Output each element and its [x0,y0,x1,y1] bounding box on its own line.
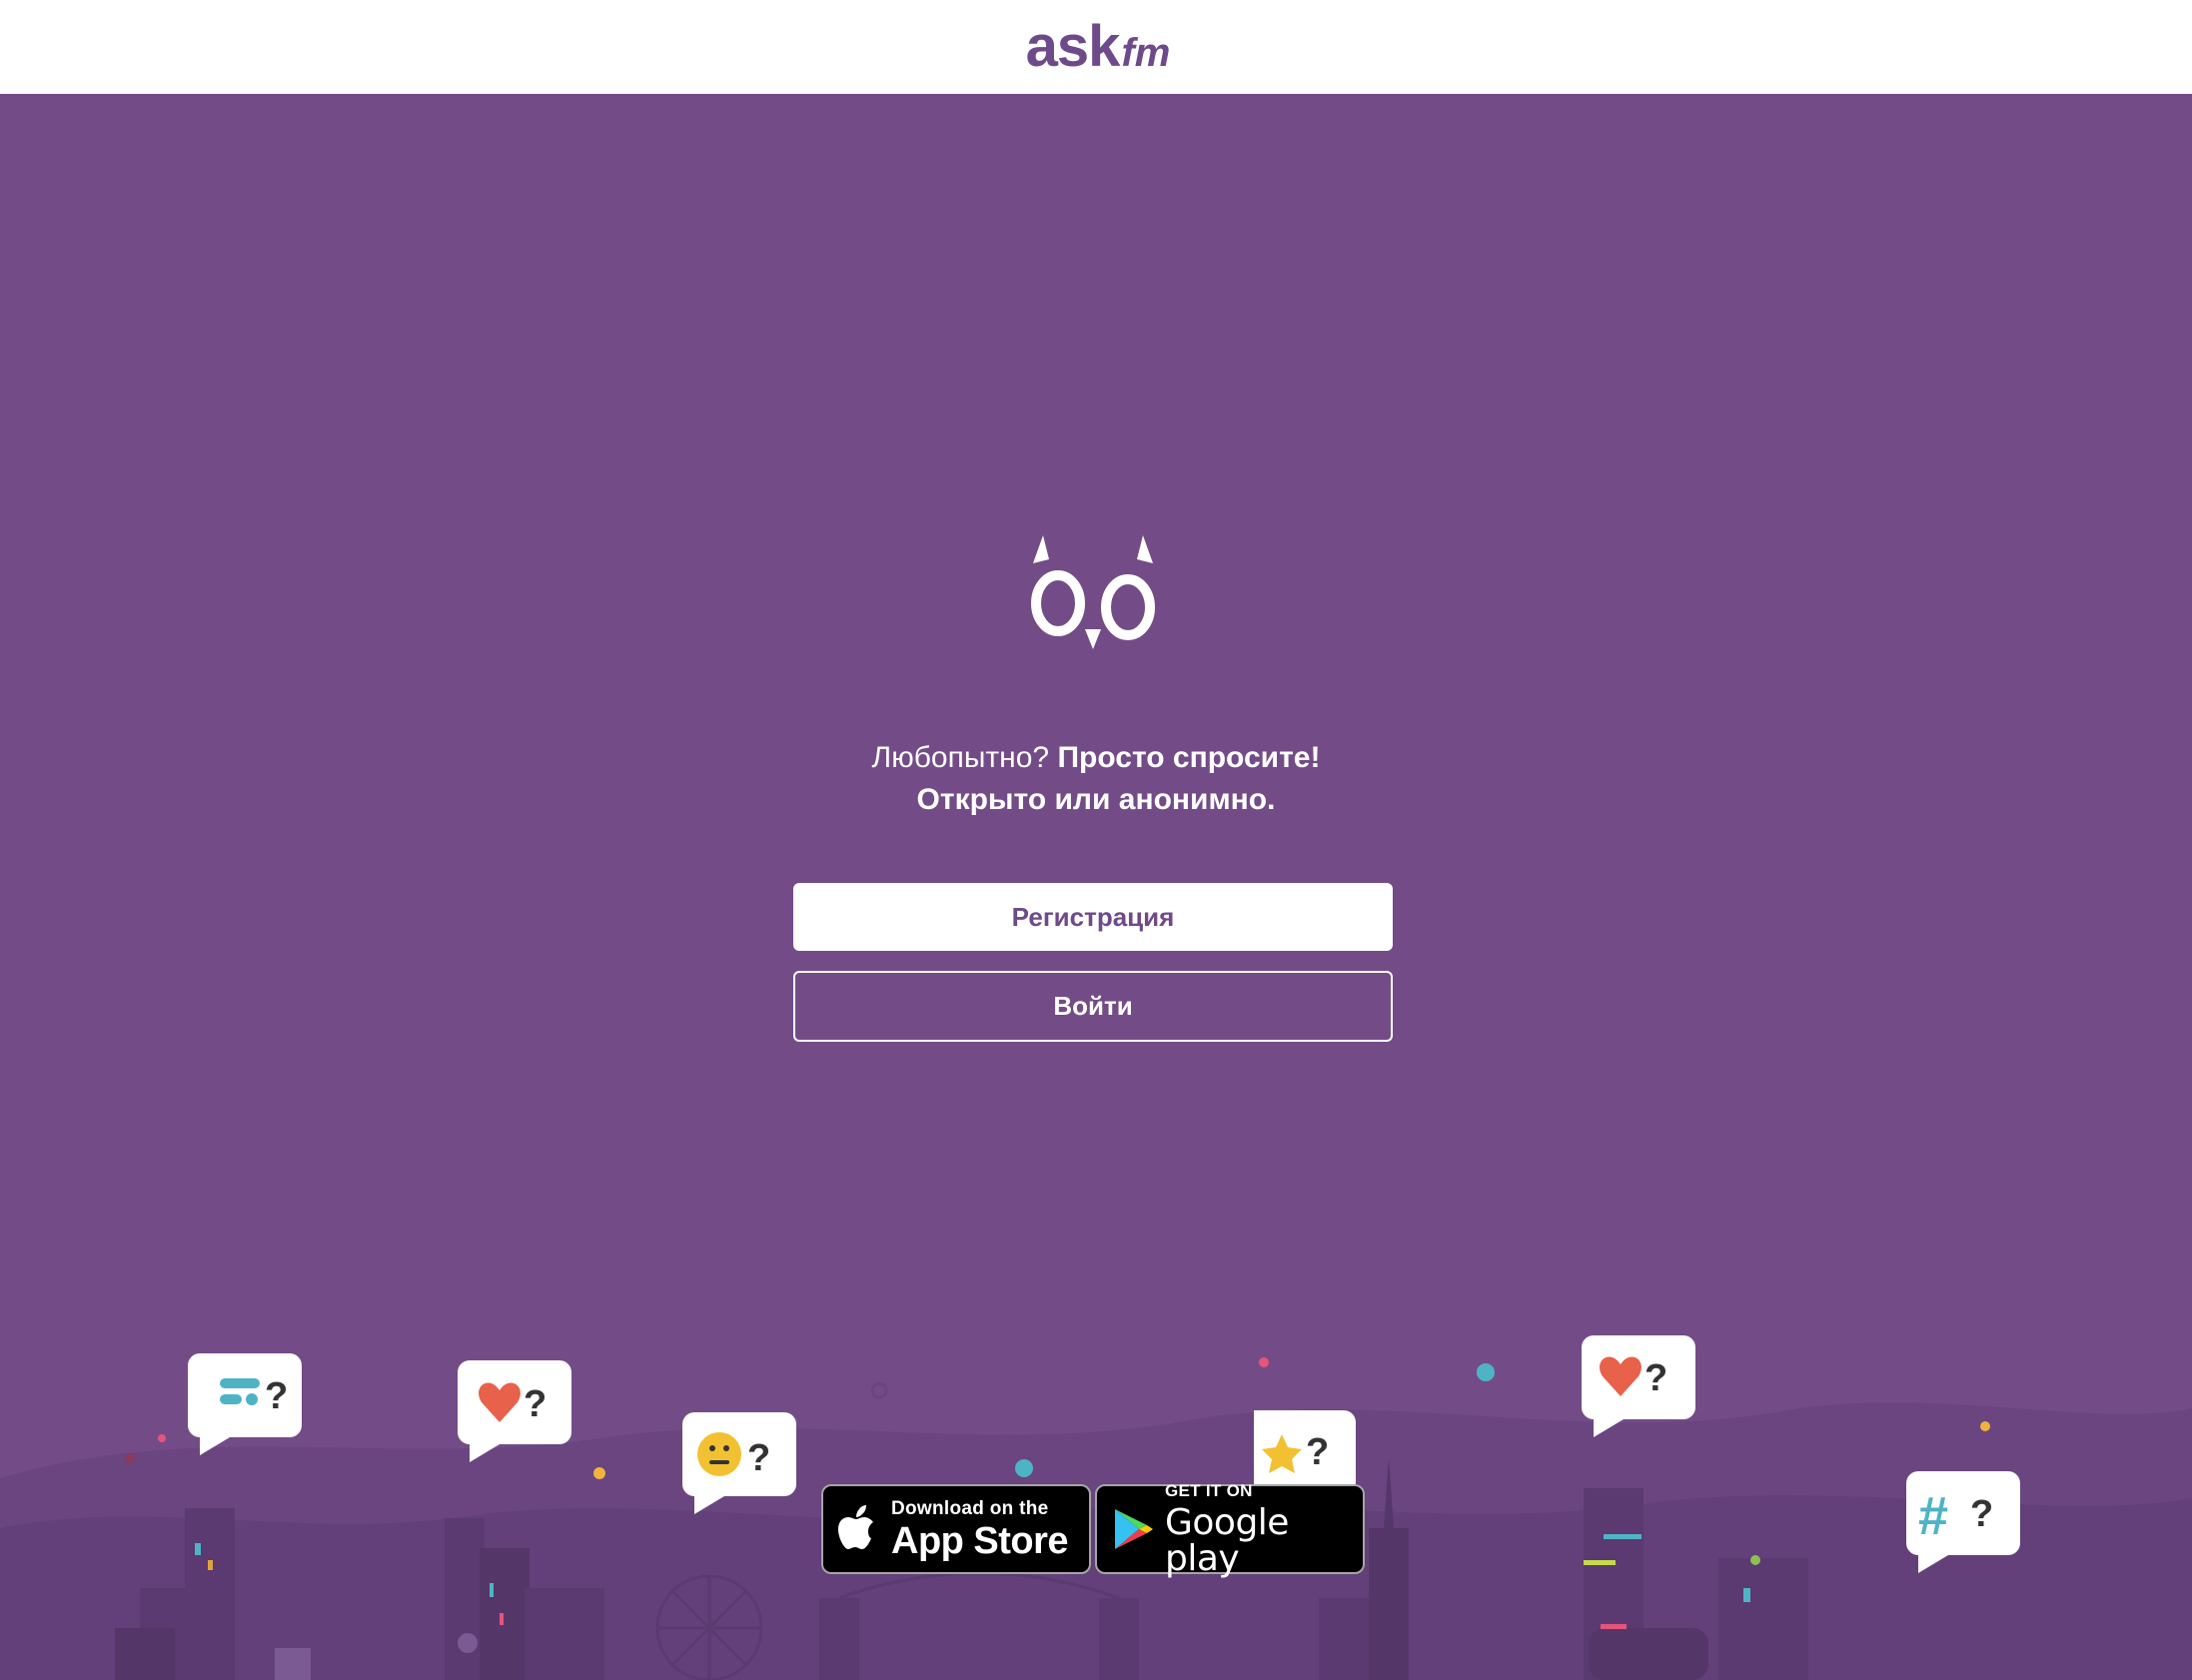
owl-eyes-icon [1031,535,1155,649]
logo-ask-text: ask [1025,13,1121,79]
apple-icon [838,1505,873,1549]
register-button[interactable]: Регистрация [793,883,1393,951]
google-play-icon [1115,1509,1153,1549]
login-button[interactable]: Войти [793,971,1393,1042]
tagline-question: Любопытно? [871,741,1050,774]
app-store-badge[interactable]: Download on the App Store [821,1484,1091,1574]
google-play-text: GET IT ON Google play [1165,1482,1363,1577]
app-store-small-text: Download on the [891,1497,1049,1519]
svg-text:?: ? [524,1383,547,1425]
chat-bubble-icon: ? [188,1353,302,1455]
svg-text:?: ? [1306,1431,1329,1473]
page: ask fm ? ? ? ? ? # ? Любопытно? Просто с… [0,0,2192,1680]
askfm-logo[interactable]: ask fm [1026,13,1171,80]
svg-text:?: ? [747,1437,770,1479]
tagline-line-1: Любопытно? Просто спросите! [596,737,1596,779]
tagline: Любопытно? Просто спросите! Открыто или … [596,737,1596,821]
svg-text:?: ? [1644,1357,1667,1399]
svg-text:#: # [1918,1486,1948,1546]
tagline-cta: Просто спросите! [1057,741,1321,774]
logo-fm-text: fm [1121,30,1171,75]
top-bar: ask fm [0,0,2192,94]
google-play-badge[interactable]: GET IT ON Google play [1095,1482,1365,1577]
tagline-line-2: Открыто или анонимно. [916,783,1276,816]
google-play-big-text: Google play [1165,1501,1289,1579]
app-store-text: Download on the App Store [891,1497,1069,1562]
svg-text:?: ? [1970,1493,1993,1535]
app-store-big-text: App Store [891,1519,1069,1562]
svg-text:?: ? [265,1375,288,1417]
google-play-small-text: GET IT ON [1165,1480,1253,1500]
